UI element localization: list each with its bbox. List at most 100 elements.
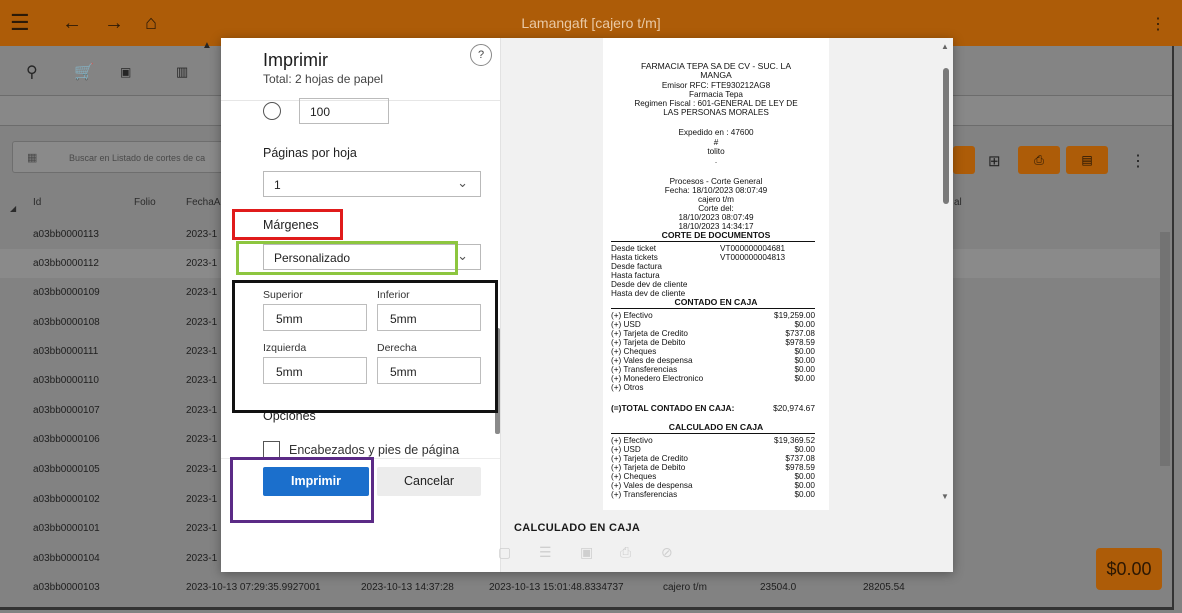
dialog-subtitle: Total: 2 hojas de papel — [263, 72, 384, 86]
margins-select-highlight-box — [236, 241, 458, 275]
preview-next-page-heading: CALCULADO EN CAJA — [514, 522, 641, 534]
custom-pages-radio[interactable] — [263, 102, 281, 120]
headers-footers-label: Encabezados y pies de página — [289, 443, 460, 457]
scroll-up-icon[interactable]: ▲ — [941, 42, 949, 51]
ticket-line: Expedido en : 47600 — [678, 128, 754, 137]
ticket-value: $978.59 — [785, 463, 815, 472]
cart-icon[interactable]: 🛒 — [74, 62, 94, 82]
ticket-value: $0.00 — [794, 347, 816, 356]
ticket-line: (+) Tarjeta de Debito — [611, 338, 686, 347]
ticket-line: cajero t/m — [698, 195, 734, 204]
cancel-icon[interactable]: ⊘ — [661, 544, 673, 561]
search-input[interactable]: ▦ Buscar en Listado de cortes de ca — [12, 141, 242, 173]
ticket-line: (+) Tarjeta de Credito — [611, 329, 688, 338]
chevron-down-icon: ⌄ — [457, 175, 468, 190]
column-header-partial[interactable]: al — [954, 197, 962, 208]
ticket-line: Desde ticket — [611, 244, 657, 253]
ticket-value: $737.08 — [785, 454, 815, 463]
ticket-line: tolito — [707, 147, 725, 156]
ticket-value: $0.00 — [794, 365, 816, 374]
margins-highlight-box — [232, 209, 343, 240]
ticket-value: VT000000004813 — [720, 253, 786, 262]
ticket-line: (+) USD — [611, 445, 641, 454]
total-amount-badge: $0.00 — [1096, 548, 1162, 590]
pages-per-sheet-label: Páginas por hoja — [263, 146, 357, 160]
ticket-total-value: $20,974.67 — [773, 403, 815, 413]
pdf-toolbar-button[interactable]: ▤ — [1066, 146, 1108, 174]
ticket-line: (+) Efectivo — [611, 311, 653, 320]
cancel-button[interactable]: Cancelar — [377, 467, 481, 496]
ticket-line: Hasta factura — [611, 271, 660, 280]
printer-icon: ⎙ — [1034, 153, 1044, 167]
ticket-line: (+) USD — [611, 320, 641, 329]
scroll-down-icon[interactable]: ▼ — [941, 492, 949, 501]
ticket-line: . — [714, 156, 718, 165]
frame-border — [1172, 46, 1174, 610]
column-header-fecha[interactable]: FechaA — [186, 197, 220, 208]
ticket-value: $0.00 — [794, 356, 816, 365]
ticket-value: $978.59 — [785, 338, 815, 347]
ticket-section-title: CONTADO EN CAJA — [674, 297, 758, 307]
ticket-line: Corte del: — [698, 204, 734, 213]
ticket-line: (+) Vales de despensa — [611, 356, 693, 365]
ticket-value: $19,259.00 — [774, 311, 815, 320]
ticket-line: Farmacia Tepa — [688, 90, 743, 99]
ticket-total-label: (=)TOTAL CONTADO EN CAJA: — [611, 403, 735, 413]
sort-icon[interactable]: ◢ — [10, 204, 16, 213]
ticket-line: (+) Transferencias — [611, 365, 678, 374]
ticket-value: $0.00 — [794, 445, 816, 454]
ticket-line: Procesos - Corte General — [669, 177, 763, 186]
action-button-partial[interactable] — [953, 146, 975, 174]
ticket-value: $0.00 — [794, 320, 816, 329]
ticket-line: (+) Cheques — [611, 347, 657, 356]
print-preview-pane: FARMACIA TEPA SA DE CV - SUC. LA MANGA E… — [501, 38, 953, 572]
frame-border-bottom — [0, 607, 1172, 610]
copies-input[interactable]: 100 — [299, 98, 389, 124]
printer-icon[interactable]: ⎙ — [620, 544, 631, 561]
barcode-icon[interactable]: ▥ — [176, 64, 188, 80]
table-scrollbar[interactable] — [1160, 232, 1170, 466]
ticket-value: $0.00 — [794, 481, 816, 490]
ticket-line: MANGA — [700, 70, 732, 80]
ticket-section-title: CALCULADO EN CAJA — [668, 422, 764, 432]
ticket-line: 18/10/2023 08:07:49 — [678, 213, 754, 222]
ticket-line: (+) Monedero Electronico — [611, 374, 704, 383]
ticket-line: (+) Tarjeta de Debito — [611, 463, 686, 472]
ticket-value: $737.08 — [785, 329, 815, 338]
pages-per-sheet-select[interactable]: 1 ⌄ — [263, 171, 481, 197]
column-header-id[interactable]: Id — [33, 197, 41, 208]
ticket-line: Hasta tickets — [611, 253, 658, 262]
ticket-preview: FARMACIA TEPA SA DE CV - SUC. LA MANGA E… — [603, 38, 829, 510]
headers-footers-checkbox[interactable] — [263, 441, 280, 458]
help-button[interactable]: ? — [470, 44, 492, 66]
user-search-icon[interactable]: ⚲ — [26, 62, 38, 82]
ticket-line: LAS PERSONAS MORALES — [663, 108, 769, 117]
ticket-line: (+) Tarjeta de Credito — [611, 454, 688, 463]
list-icon[interactable]: ☰ — [539, 544, 552, 561]
document-icon: ▤ — [1081, 153, 1093, 167]
dialog-title: Imprimir — [263, 50, 328, 70]
table-row[interactable]: a03bb0000103 2023-10-13 07:29:35.9927001… — [0, 573, 1160, 602]
print-toolbar-button[interactable]: ⎙ — [1018, 146, 1060, 174]
window-title: Lamangaft [cajero t/m] — [521, 15, 661, 31]
cash-icon[interactable]: ▣ — [120, 65, 131, 79]
excel-icon[interactable]: ⊞ — [988, 152, 1001, 170]
column-header-folio[interactable]: Folio — [134, 197, 156, 208]
ticket-value: $0.00 — [794, 472, 816, 481]
more-vertical-icon[interactable]: ⋮ — [1150, 14, 1166, 34]
collapse-arrow-icon[interactable]: ▲ — [202, 40, 212, 51]
preview-scrollbar[interactable]: ▲ ▼ — [939, 42, 953, 512]
print-button-highlight-box — [230, 457, 374, 523]
fit-page-icon[interactable]: ▢ — [498, 544, 511, 561]
ticket-rule — [611, 241, 815, 242]
ticket-value: VT000000004681 — [720, 244, 786, 253]
search-placeholder: Buscar en Listado de cortes de ca — [69, 153, 206, 163]
ticket-line: # — [713, 138, 719, 147]
ticket-value: $0.00 — [794, 374, 816, 383]
more-options-icon[interactable]: ⋮ — [1130, 151, 1146, 171]
ticket-rule — [611, 308, 815, 309]
preview-scroll-thumb[interactable] — [943, 68, 949, 204]
save-icon[interactable]: ▣ — [580, 544, 593, 561]
chevron-down-icon: ⌄ — [457, 248, 468, 263]
ticket-rule — [611, 433, 815, 434]
